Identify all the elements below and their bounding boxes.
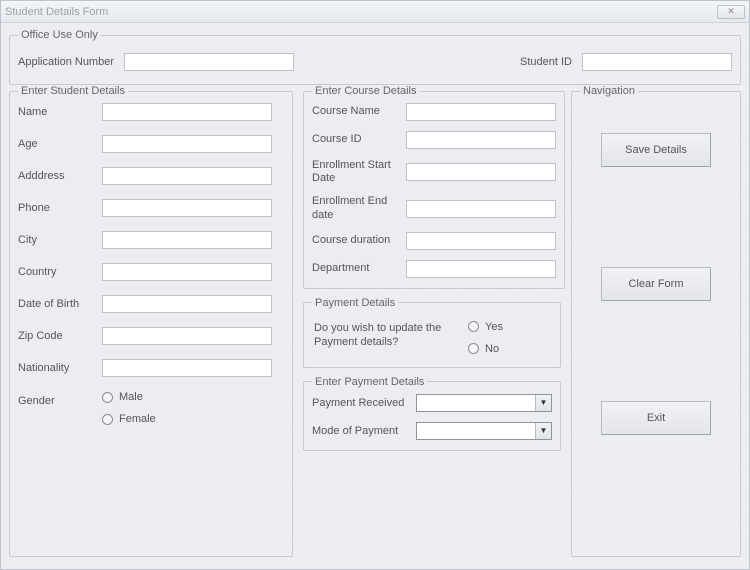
student-id-input[interactable] <box>582 53 732 71</box>
student-details-legend: Enter Student Details <box>18 85 128 97</box>
course-duration-input[interactable] <box>406 232 556 250</box>
country-label: Country <box>18 266 102 278</box>
titlebar: Student Details Form ✕ <box>1 1 749 23</box>
gender-female-label: Female <box>119 413 156 425</box>
phone-input[interactable] <box>102 199 272 217</box>
application-number-label: Application Number <box>18 56 114 68</box>
enroll-start-label: Enrollment Start Date <box>312 159 406 185</box>
course-details-legend: Enter Course Details <box>312 85 420 97</box>
radio-icon <box>468 343 479 354</box>
course-duration-label: Course duration <box>312 234 406 247</box>
course-id-label: Course ID <box>312 133 406 146</box>
payment-received-dropdown[interactable]: ▼ <box>416 394 552 412</box>
payment-received-label: Payment Received <box>312 397 416 409</box>
mode-of-payment-dropdown[interactable]: ▼ <box>416 422 552 440</box>
enroll-end-input[interactable] <box>406 200 556 218</box>
name-input[interactable] <box>102 103 272 121</box>
payment-question-text: Do you wish to update the Payment detail… <box>314 321 454 350</box>
client-area: Office Use Only Application Number Stude… <box>1 23 749 569</box>
exit-button[interactable]: Exit <box>601 401 711 435</box>
country-input[interactable] <box>102 263 272 281</box>
dob-label: Date of Birth <box>18 298 102 310</box>
payment-details-group: Enter Payment Details Payment Received ▼… <box>303 376 561 451</box>
nationality-label: Nationality <box>18 362 102 374</box>
phone-label: Phone <box>18 202 102 214</box>
payment-yes-radio[interactable]: Yes <box>468 321 503 333</box>
address-label: Adddress <box>18 170 102 182</box>
age-input[interactable] <box>102 135 272 153</box>
close-icon: ✕ <box>727 6 735 17</box>
department-label: Department <box>312 262 406 275</box>
dob-input[interactable] <box>102 295 272 313</box>
gender-male-radio[interactable]: Male <box>102 391 156 403</box>
student-details-group: Enter Student Details Name Age Adddress <box>9 85 293 557</box>
office-use-group: Office Use Only Application Number Stude… <box>9 29 741 85</box>
window-frame: Student Details Form ✕ Office Use Only A… <box>0 0 750 570</box>
zip-label: Zip Code <box>18 330 102 342</box>
course-id-input[interactable] <box>406 131 556 149</box>
office-use-legend: Office Use Only <box>18 29 101 41</box>
mode-of-payment-label: Mode of Payment <box>312 425 416 437</box>
navigation-group: Navigation Save Details Clear Form Exit <box>571 85 741 557</box>
radio-icon <box>468 321 479 332</box>
payment-no-label: No <box>485 343 499 355</box>
nationality-input[interactable] <box>102 359 272 377</box>
department-input[interactable] <box>406 260 556 278</box>
application-number-input[interactable] <box>124 53 294 71</box>
payment-details-legend: Enter Payment Details <box>312 376 427 388</box>
payment-question-group: Payment Details Do you wish to update th… <box>303 297 561 368</box>
gender-label: Gender <box>18 391 102 425</box>
navigation-legend: Navigation <box>580 85 638 97</box>
age-label: Age <box>18 138 102 150</box>
enroll-start-input[interactable] <box>406 163 556 181</box>
payment-question-legend: Payment Details <box>312 297 398 309</box>
course-name-input[interactable] <box>406 103 556 121</box>
payment-yes-label: Yes <box>485 321 503 333</box>
address-input[interactable] <box>102 167 272 185</box>
radio-icon <box>102 392 113 403</box>
chevron-down-icon: ▼ <box>535 423 551 439</box>
zip-input[interactable] <box>102 327 272 345</box>
gender-female-radio[interactable]: Female <box>102 413 156 425</box>
city-input[interactable] <box>102 231 272 249</box>
student-id-label: Student ID <box>520 56 572 68</box>
payment-no-radio[interactable]: No <box>468 343 503 355</box>
course-details-group: Enter Course Details Course Name Course … <box>303 85 565 289</box>
clear-button[interactable]: Clear Form <box>601 267 711 301</box>
radio-icon <box>102 414 113 425</box>
course-name-label: Course Name <box>312 105 406 118</box>
enroll-end-label: Enrollment End date <box>312 195 406 221</box>
gender-male-label: Male <box>119 391 143 403</box>
city-label: City <box>18 234 102 246</box>
save-button[interactable]: Save Details <box>601 133 711 167</box>
window-title: Student Details Form <box>5 6 717 18</box>
name-label: Name <box>18 106 102 118</box>
chevron-down-icon: ▼ <box>535 395 551 411</box>
window-close-button[interactable]: ✕ <box>717 5 745 19</box>
